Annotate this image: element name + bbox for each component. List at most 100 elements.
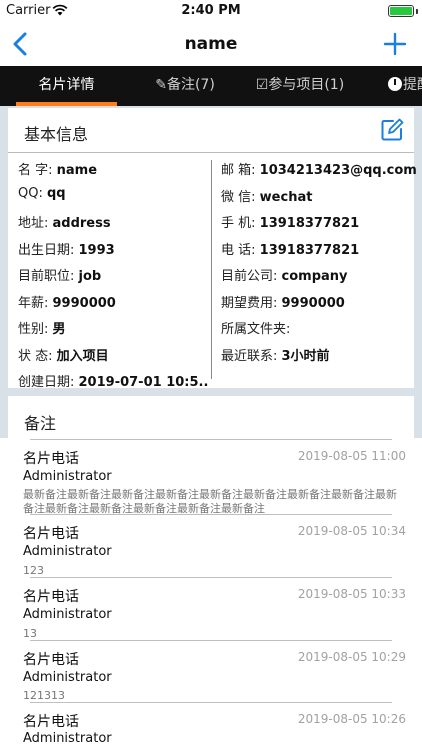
info-phone: 电 话: 13918377821: [221, 239, 359, 258]
info-label: 电 话:: [221, 242, 260, 258]
info-value: 2019-07-01 10:5...: [78, 375, 208, 390]
info-label: 目前职位:: [18, 269, 79, 284]
item-title: 名片电话: [23, 589, 79, 605]
info-value: 3小时前: [281, 348, 330, 364]
basic-info-title: 基本信息: [24, 125, 89, 144]
info-value: 9990000: [52, 295, 116, 311]
info-label: 期望费用:: [221, 295, 282, 311]
item-title: 名片电话: [23, 714, 79, 730]
info-value: 1034213423@qq.com: [259, 163, 417, 178]
basic-info-header: 基本信息: [8, 108, 414, 153]
info-value: qq: [46, 185, 66, 201]
info-value: 1993: [78, 242, 115, 258]
item-time: 2019-08-05 10:26: [297, 712, 406, 726]
info-name: 名 字: name: [18, 159, 208, 178]
info-status: 状 态: 加入项目: [18, 345, 208, 364]
info-label: 最近联系:: [221, 348, 282, 364]
info-salary: 年薪: 9990000: [18, 292, 208, 311]
item-note: 13: [23, 627, 37, 640]
info-label: 创建日期:: [18, 375, 79, 390]
info-value: name: [56, 163, 98, 178]
item-separator: [30, 439, 392, 440]
tab-card-details[interactable]: 名片详情: [16, 66, 117, 106]
info-last-contact: 最近联系: 3小时前: [221, 345, 330, 364]
info-email: 邮 箱: 1034213423@qq.com: [221, 159, 417, 178]
info-label: 目前公司:: [221, 269, 282, 284]
tab-projects[interactable]: ☑参与项目(1): [250, 66, 350, 106]
info-value: address: [52, 216, 111, 231]
edit-icon[interactable]: [380, 118, 404, 142]
list-item[interactable]: 名片电话 2019-08-05 11:00 Administrator 最新备注…: [0, 438, 422, 515]
item-time: 2019-08-05 10:29: [297, 650, 406, 664]
info-label: 性别:: [18, 322, 53, 337]
item-author: Administrator: [23, 544, 112, 559]
item-author: Administrator: [23, 469, 112, 484]
info-label: 地址:: [18, 216, 53, 231]
info-mobile: 手 机: 13918377821: [221, 212, 359, 231]
status-time: 2:40 PM: [181, 3, 241, 18]
item-time: 2019-08-05 11:00: [297, 449, 406, 463]
notes-card: 备注: [8, 396, 414, 442]
column-divider: [211, 160, 212, 379]
info-value: 加入项目: [56, 348, 109, 364]
page-title: name: [184, 34, 238, 54]
info-value: 男: [52, 322, 66, 337]
tab-reminder[interactable]: 提醒: [388, 66, 422, 106]
list-item[interactable]: 名片电话 2019-08-05 10:34 Administrator 123: [0, 514, 422, 577]
info-label: 手 机:: [221, 216, 260, 231]
content-area[interactable]: 基本信息 名 字: name 邮 箱: 1034213423@qq.com QQ…: [0, 106, 422, 750]
list-item[interactable]: 名片电话 2019-08-05 10:33 Administrator 13: [0, 577, 422, 640]
notes-title: 备注: [24, 414, 57, 433]
info-label: 所属文件夹:: [221, 322, 291, 337]
item-author: Administrator: [23, 731, 112, 746]
info-qq: QQ: qq: [18, 186, 208, 201]
info-value: 13918377821: [259, 242, 360, 258]
info-label: 微 信:: [221, 189, 260, 205]
item-separator: [30, 702, 392, 703]
info-label: QQ:: [18, 185, 47, 201]
info-birthdate: 出生日期: 1993: [18, 239, 208, 258]
info-label: 邮 箱:: [221, 163, 260, 178]
info-value: job: [78, 269, 102, 284]
item-separator: [30, 640, 392, 641]
tab-reminder-label: 提醒: [403, 77, 422, 93]
item-author: Administrator: [23, 607, 112, 622]
info-value: wechat: [259, 189, 313, 205]
navigation-bar: name: [0, 22, 422, 66]
item-note: 123: [23, 564, 44, 577]
info-address: 地址: address: [18, 212, 208, 231]
notes-list[interactable]: 名片电话 2019-08-05 11:00 Administrator 最新备注…: [0, 438, 422, 750]
tab-bar: 名片详情 ✎备注(7) ☑参与项目(1) 提醒: [0, 66, 422, 106]
item-separator: [30, 514, 392, 515]
status-bar: Carrier 2:40 PM: [0, 0, 422, 22]
item-title: 名片电话: [23, 652, 79, 668]
info-label: 出生日期:: [18, 242, 79, 258]
item-time: 2019-08-05 10:33: [297, 587, 406, 601]
info-position: 目前职位: job: [18, 265, 208, 284]
list-item[interactable]: 名片电话 2019-08-05 10:26 Administrator: [0, 702, 422, 750]
info-gender: 性别: 男: [18, 318, 208, 337]
battery-icon: [388, 5, 414, 17]
info-label: 年薪:: [18, 295, 53, 311]
item-note: 最新备注最新备注最新备注最新备注最新备注最新备注最新备注最新备注最新备注最新备注…: [23, 488, 397, 515]
clock-icon: [388, 77, 402, 91]
battery-cap: [416, 9, 418, 14]
info-expected-fee: 期望费用: 9990000: [221, 292, 345, 311]
list-item[interactable]: 名片电话 2019-08-05 10:29 Administrator 1213…: [0, 640, 422, 702]
item-title: 名片电话: [23, 451, 79, 467]
item-title: 名片电话: [23, 526, 79, 542]
info-value: company: [281, 269, 348, 284]
item-note: 121313: [23, 689, 65, 702]
info-label: 名 字:: [18, 163, 57, 178]
add-icon[interactable]: [382, 30, 408, 58]
item-author: Administrator: [23, 670, 112, 685]
tab-notes[interactable]: ✎备注(7): [130, 66, 240, 106]
info-wechat: 微 信: wechat: [221, 186, 312, 205]
info-folder: 所属文件夹:: [221, 318, 290, 337]
item-separator: [30, 577, 392, 578]
item-time: 2019-08-05 10:34: [297, 524, 406, 538]
info-label: 状 态:: [18, 348, 57, 364]
info-value: 9990000: [281, 295, 345, 311]
basic-info-card: 基本信息 名 字: name 邮 箱: 1034213423@qq.com QQ…: [8, 108, 417, 390]
info-company: 目前公司: company: [221, 265, 348, 284]
